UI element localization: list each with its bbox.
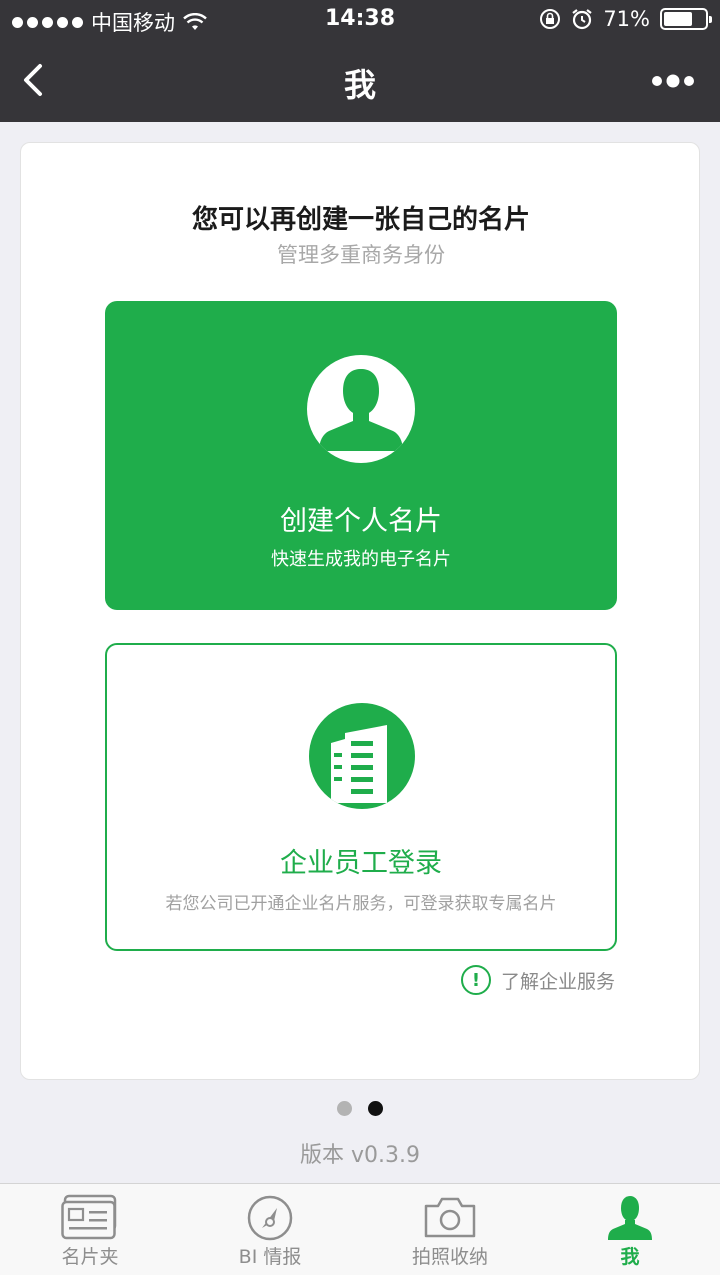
battery-fill	[664, 12, 693, 26]
personal-card-desc: 快速生成我的电子名片	[271, 549, 451, 570]
person-avatar-icon	[307, 355, 415, 463]
nav-bar: 我	[0, 40, 720, 122]
page-indicator	[337, 1101, 383, 1116]
enterprise-login-label: 企业员工登录	[280, 848, 442, 879]
tab-label: 名片夹	[61, 1246, 119, 1268]
page-dot-2[interactable]	[368, 1101, 383, 1116]
tab-card-holder[interactable]: 名片夹	[0, 1184, 180, 1275]
tab-label: BI 情报	[238, 1246, 302, 1268]
orientation-lock-icon	[540, 9, 561, 29]
status-bar: 中国移动 14:38 71%	[0, 0, 720, 40]
personal-card-label: 创建个人名片	[280, 506, 442, 537]
tab-label: 拍照收纳	[411, 1246, 488, 1268]
person-icon	[608, 1196, 652, 1240]
version-label: 版本 v0.3.9	[300, 1143, 420, 1168]
card-subline: 管理多重商务身份	[277, 243, 445, 267]
enterprise-login-button[interactable]: 企业员工登录 若您公司已开通企业名片服务，可登录获取专属名片	[105, 643, 617, 951]
battery-percent: 71%	[603, 7, 650, 31]
more-icon[interactable]	[650, 70, 696, 92]
exclamation-icon: !	[460, 965, 491, 995]
main-card: 您可以再创建一张自己的名片 管理多重商务身份 创建个人名片 快速生成我的电子名片	[20, 142, 700, 1080]
tab-me[interactable]: 我	[540, 1184, 720, 1275]
tab-label: 我	[620, 1246, 640, 1268]
building-icon	[309, 703, 415, 809]
status-right: 71%	[539, 7, 712, 31]
battery-icon	[660, 8, 712, 30]
tab-bi-intel[interactable]: BI 情报	[180, 1184, 360, 1275]
learn-enterprise-link[interactable]: ! 了解企业服务	[460, 965, 615, 995]
create-personal-card-button[interactable]: 创建个人名片 快速生成我的电子名片	[105, 301, 617, 610]
gauge-icon	[247, 1195, 293, 1241]
page-dot-1[interactable]	[337, 1101, 352, 1116]
card-holder-icon	[61, 1194, 117, 1240]
card-headline: 您可以再创建一张自己的名片	[191, 205, 530, 235]
top-bar: 中国移动 14:38 71% 我	[0, 0, 720, 122]
camera-icon	[424, 1197, 476, 1238]
tab-bar: 名片夹 BI 情报 拍照收纳 我	[0, 1183, 720, 1275]
tab-photo-capture[interactable]: 拍照收纳	[360, 1184, 540, 1275]
alarm-icon	[572, 9, 592, 30]
page-title: 我	[343, 66, 376, 104]
enterprise-login-desc: 若您公司已开通企业名片服务，可登录获取专属名片	[165, 894, 557, 914]
learn-enterprise-label: 了解企业服务	[500, 970, 615, 993]
